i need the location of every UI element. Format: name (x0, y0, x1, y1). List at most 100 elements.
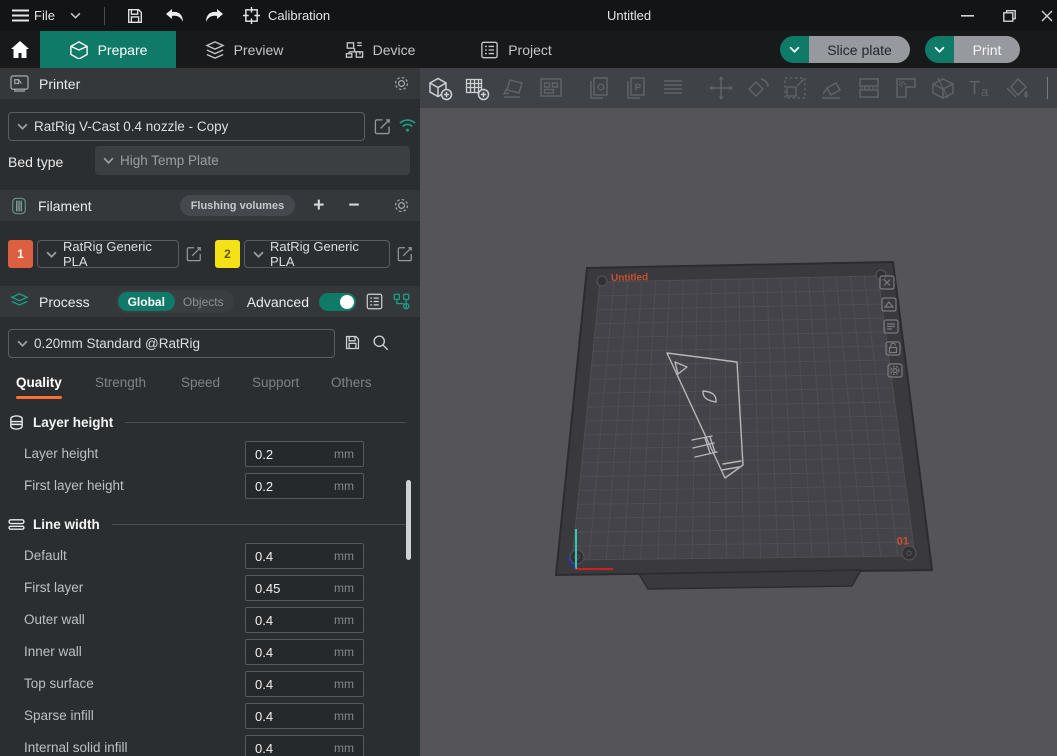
print-button[interactable]: Print (954, 36, 1020, 63)
param-value: 0.4 (255, 613, 273, 628)
tab-speed[interactable]: Speed (181, 375, 220, 390)
viewport-3d[interactable]: O P Ta Untitled 01 (420, 68, 1057, 756)
param-value: 0.4 (255, 549, 273, 564)
home-button[interactable] (0, 31, 40, 68)
printer-settings-gear-icon[interactable] (393, 75, 410, 92)
filament-section-title: Filament (38, 198, 92, 214)
minimize-button[interactable] (952, 0, 982, 31)
move-icon[interactable] (708, 75, 734, 101)
tab-device[interactable]: Device (312, 31, 448, 68)
printer-connection-wifi-icon[interactable] (398, 117, 417, 133)
scope-objects[interactable]: Objects (175, 295, 232, 309)
line-width-icon (8, 518, 25, 531)
param-input[interactable]: 0.4 mm (245, 735, 364, 756)
close-button[interactable] (1032, 0, 1057, 31)
paint-icon[interactable] (1004, 75, 1030, 101)
compare-presets-icon[interactable] (393, 293, 410, 310)
param-input[interactable]: 0.45 mm (245, 575, 364, 601)
mesh-boolean-icon[interactable] (893, 75, 919, 101)
param-row: First layer height 0.2 mm (0, 473, 420, 500)
param-row: Default 0.4 mm (0, 543, 420, 570)
tab-project-label: Project (508, 42, 552, 58)
search-preset-icon[interactable] (372, 334, 389, 351)
edit-filament-1-icon[interactable] (186, 246, 202, 262)
filament-1-preset-dropdown[interactable]: RatRig Generic PLA (37, 240, 179, 268)
chevron-down-icon (17, 123, 28, 130)
add-plate-icon[interactable] (464, 75, 490, 101)
import-part-icon[interactable]: P (623, 75, 649, 101)
bed-type-label: Bed type (8, 148, 63, 176)
cut-icon[interactable] (930, 75, 956, 101)
filament-1-color-swatch[interactable]: 1 (8, 240, 33, 268)
tab-strength[interactable]: Strength (95, 375, 146, 390)
main-menu-button[interactable] (12, 0, 29, 31)
file-menu[interactable]: File (34, 0, 55, 31)
flushing-volumes-button[interactable]: Flushing volumes (180, 195, 296, 216)
calibration-button[interactable]: Calibration (243, 0, 330, 31)
rotate-icon[interactable] (745, 75, 771, 101)
plate-name-label[interactable]: Untitled (611, 272, 648, 284)
undo-button[interactable] (164, 0, 185, 31)
viewport-toolbar: O P Ta (420, 68, 1057, 108)
tab-others[interactable]: Others (331, 375, 372, 390)
tab-preview[interactable]: Preview (176, 31, 312, 68)
add-object-icon[interactable] (427, 75, 453, 101)
object-list-icon[interactable] (366, 293, 383, 310)
minimize-icon (961, 15, 974, 17)
tab-support[interactable]: Support (252, 375, 299, 390)
edit-printer-icon[interactable] (374, 118, 391, 135)
filament-settings-gear-icon[interactable] (393, 197, 410, 214)
param-value: 0.4 (255, 741, 273, 756)
file-menu-dropdown[interactable] (70, 0, 81, 31)
save-preset-icon[interactable] (344, 334, 361, 351)
filament-2-color-swatch[interactable]: 2 (215, 240, 240, 268)
param-value: 0.2 (255, 479, 273, 494)
tab-quality[interactable]: Quality (16, 375, 62, 390)
param-input[interactable]: 0.2 mm (245, 441, 364, 467)
scope-global[interactable]: Global (118, 292, 175, 311)
param-unit: mm (334, 479, 354, 493)
text-icon[interactable]: Ta (967, 75, 993, 101)
slice-options-button[interactable] (780, 36, 809, 63)
param-row: Internal solid infill 0.4 mm (0, 735, 420, 756)
remove-filament-button[interactable]: − (348, 195, 359, 217)
split-icon[interactable] (856, 75, 882, 101)
param-label: First layer (24, 580, 83, 595)
param-input[interactable]: 0.2 mm (245, 473, 364, 499)
edit-filament-2-icon[interactable] (397, 246, 413, 262)
auto-orient-icon[interactable] (501, 75, 527, 101)
save-button[interactable] (126, 0, 144, 31)
maximize-button[interactable] (994, 0, 1024, 31)
filament-2-preset-dropdown[interactable]: RatRig Generic PLA (244, 240, 390, 268)
add-filament-button[interactable]: + (313, 195, 324, 217)
import-object-icon[interactable]: O (586, 75, 612, 101)
print-options-button[interactable] (925, 36, 954, 63)
param-input[interactable]: 0.4 mm (245, 543, 364, 569)
save-icon (126, 7, 144, 25)
lay-flat-icon[interactable] (819, 75, 845, 101)
scale-icon[interactable] (782, 75, 808, 101)
sidebar-scrollbar[interactable] (406, 480, 411, 560)
redo-icon (204, 8, 225, 24)
process-preset-dropdown[interactable]: 0.20mm Standard @RatRig (8, 329, 335, 358)
redo-button[interactable] (204, 0, 225, 31)
param-input[interactable]: 0.4 mm (245, 607, 364, 633)
layers-icon[interactable] (660, 75, 686, 101)
advanced-toggle[interactable] (319, 293, 356, 311)
tab-prepare[interactable]: Prepare (40, 31, 176, 68)
param-input[interactable]: 0.4 mm (245, 703, 364, 729)
home-icon (11, 41, 29, 58)
arrange-icon[interactable] (538, 75, 564, 101)
build-scene[interactable]: Untitled 01 (420, 108, 1057, 756)
slice-plate-button[interactable]: Slice plate (809, 36, 910, 63)
param-input[interactable]: 0.4 mm (245, 671, 364, 697)
param-input[interactable]: 0.4 mm (245, 639, 364, 665)
chevron-down-icon (70, 12, 81, 19)
calibration-label: Calibration (268, 8, 330, 23)
printer-preset-dropdown[interactable]: RatRig V-Cast 0.4 nozzle - Copy (8, 112, 365, 141)
bed-type-dropdown[interactable]: High Temp Plate (95, 146, 410, 175)
svg-text:P: P (635, 83, 642, 94)
param-value: 0.45 (255, 581, 280, 596)
tab-project[interactable]: Project (448, 31, 584, 68)
process-scope-toggle[interactable]: Global Objects (116, 290, 234, 313)
